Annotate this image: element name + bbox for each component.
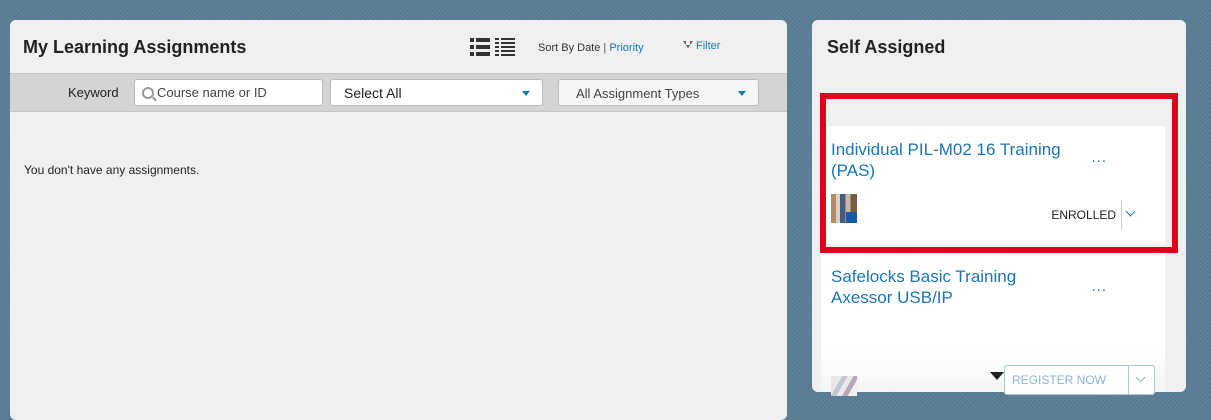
list-view-icon[interactable] <box>470 38 490 57</box>
my-learning-title: My Learning Assignments <box>23 37 247 57</box>
filter-button[interactable]: Filter <box>683 40 720 52</box>
sort-controls: Sort By Date | Priority <box>538 42 644 54</box>
search-input[interactable] <box>157 85 317 100</box>
chevron-down-icon[interactable] <box>1135 372 1146 383</box>
highlight-box <box>820 93 1178 253</box>
select-all-value: Select All <box>344 85 402 101</box>
filter-label: Filter <box>696 40 721 52</box>
search-bar: Keyword Select All All Assignment Types <box>10 73 787 112</box>
compact-list-view-icon[interactable] <box>495 38 515 57</box>
sort-separator: | <box>603 42 607 54</box>
filter-icon <box>683 41 693 48</box>
keyword-label: Keyword <box>68 85 119 100</box>
register-now-label: REGISTER NOW <box>1012 373 1107 387</box>
sort-by-date-link[interactable]: Sort By Date <box>538 42 600 54</box>
view-toggle <box>470 38 515 57</box>
search-box[interactable] <box>134 79 323 106</box>
scroll-down-arrow-icon[interactable] <box>990 372 1004 380</box>
my-learning-assignments-panel: My Learning Assignments Sort By Date | P… <box>10 20 787 420</box>
assignment-types-value: All Assignment Types <box>576 86 700 101</box>
register-now-button[interactable]: REGISTER NOW <box>1004 365 1155 395</box>
course-title-link[interactable]: Safelocks Basic Training Axessor USB/IP <box>831 266 1081 308</box>
button-divider <box>1128 366 1129 394</box>
self-assigned-title: Self Assigned <box>827 37 946 57</box>
caret-down-icon <box>522 91 530 96</box>
assignment-types-dropdown[interactable]: All Assignment Types <box>558 79 759 106</box>
sort-by-priority-link[interactable]: Priority <box>609 42 643 54</box>
search-icon <box>142 87 154 99</box>
caret-down-icon <box>738 91 746 96</box>
course-card[interactable]: Safelocks Basic Training Axessor USB/IP … <box>821 252 1165 396</box>
select-all-dropdown[interactable]: Select All <box>330 79 543 106</box>
more-options-icon[interactable]: ... <box>1091 278 1107 295</box>
empty-assignments-message: You don't have any assignments. <box>24 163 200 177</box>
course-thumbnail <box>831 376 857 396</box>
